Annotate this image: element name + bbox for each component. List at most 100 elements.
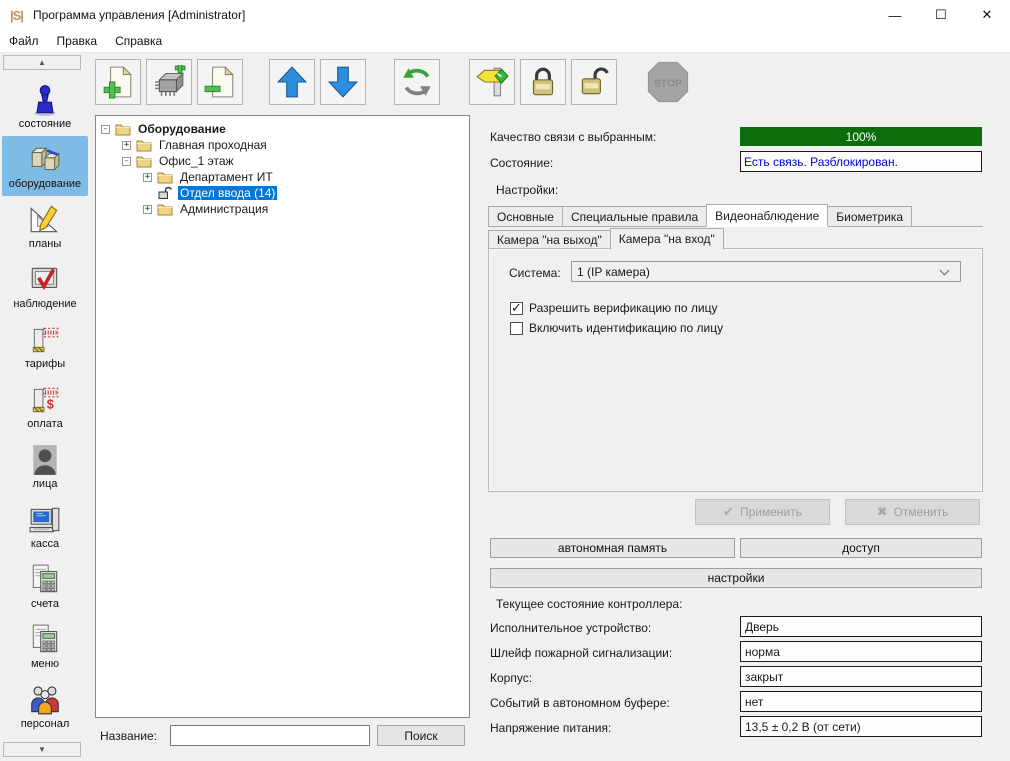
verification-checkbox-row[interactable]: Разрешить верификацию по лицу [510,301,717,315]
folder-icon [136,138,152,152]
chip-plus-icon [152,65,186,99]
tab-video-surveillance[interactable]: Видеонаблюдение [706,204,828,227]
lock-button[interactable] [520,59,566,105]
calculator-paper-icon [28,623,62,657]
subtab-camera-exit[interactable]: Камера "на выход" [488,230,611,249]
folder-icon [157,170,173,184]
folder-icon [157,202,173,216]
sidebar-item-label: наблюдение [13,298,76,310]
minimize-button[interactable]: — [872,0,918,30]
apply-button-label: Применить [740,505,802,519]
camera-subtabs: Камера "на выход" Камера "на вход" [488,227,983,249]
identification-checkbox-row[interactable]: Включить идентификацию по лицу [510,321,723,335]
collapse-icon[interactable]: - [101,125,110,134]
app-icon: |S| [10,8,23,23]
expand-icon[interactable]: + [143,173,152,182]
autonomous-memory-button[interactable]: автономная память [490,538,735,558]
quality-value: 100% [846,130,877,144]
buffer-events-label: Событий в автономном буфере: [490,696,670,710]
tree-item-label[interactable]: Офис_1 этаж [157,154,236,168]
close-button[interactable]: ✕ [964,0,1010,30]
tree-item-label[interactable]: Администрация [178,202,270,216]
buffer-events-value-box: нет [740,691,982,712]
tab-biometrics[interactable]: Биометрика [827,206,912,226]
face-silhouette-icon [28,443,62,477]
settings-tabs: Основные Специальные правила Видеонаблюд… [488,204,983,227]
tree-item-administration[interactable]: + Администрация [96,201,469,217]
expand-icon[interactable]: + [143,205,152,214]
buffer-events-value: нет [745,695,763,709]
tree-item-label[interactable]: Отдел ввода (14) [178,186,277,200]
refresh-button[interactable] [394,59,440,105]
refresh-icon [400,65,434,99]
collapse-icon[interactable]: - [122,157,131,166]
face-verification-label: Разрешить верификацию по лицу [529,301,717,315]
sidebar-item-menu[interactable]: меню [0,616,90,676]
sidebar-item-monitoring[interactable]: наблюдение [0,256,90,316]
tree-item-input-department[interactable]: Отдел ввода (14) [96,185,469,201]
folder-icon [136,154,152,168]
pass-mode-button[interactable] [469,59,515,105]
sidebar-item-tariffs[interactable]: тарифы [0,316,90,376]
tree-item-label[interactable]: Оборудование [136,122,228,136]
expand-icon[interactable]: + [122,141,131,150]
search-button[interactable]: Поиск [377,725,465,746]
system-dropdown[interactable]: 1 (IP камера) [571,261,961,282]
window-controls: — ☐ ✕ [872,0,1010,30]
menu-help[interactable]: Справка [106,30,171,52]
state-label: Состояние: [490,156,553,170]
sidebar-item-personnel[interactable]: персонал [0,676,90,736]
drafting-icon [28,203,62,237]
add-document-button[interactable] [95,59,141,105]
sidebar-item-plans[interactable]: планы [0,196,90,256]
tree-item-label[interactable]: Главная проходная [157,138,269,152]
computer-icon [28,503,62,537]
people-group-icon [28,683,62,717]
arrow-up-icon [275,65,309,99]
face-verification-checkbox[interactable] [510,302,523,315]
maximize-button[interactable]: ☐ [918,0,964,30]
scroll-up-icon: ▲ [38,58,46,67]
move-up-button[interactable] [269,59,315,105]
sidebar-item-label: состояние [19,118,72,130]
actuator-value-box: Дверь [740,616,982,637]
sidebar-scroll-up-button[interactable]: ▲ [3,55,81,70]
sidebar-scroll-down-button[interactable]: ▼ [3,742,81,757]
menu-bar: Файл Правка Справка [0,30,1010,53]
settings-button[interactable]: настройки [490,568,982,588]
access-button-label: доступ [842,541,880,555]
lock-open-icon [157,186,173,200]
device-tree: - Оборудование + Главная проходная - Офи… [95,115,470,718]
tab-special-rules[interactable]: Специальные правила [562,206,707,226]
sidebar-item-cashdesk[interactable]: касса [0,496,90,556]
face-identification-checkbox[interactable] [510,322,523,335]
tab-general[interactable]: Основные [488,206,563,226]
system-dropdown-value: 1 (IP камера) [572,265,941,279]
remove-document-button[interactable] [197,59,243,105]
tree-item-office-floor1[interactable]: - Офис_1 этаж [96,153,469,169]
search-button-label: Поиск [404,729,437,743]
sidebar-item-label: касса [31,538,59,550]
search-input[interactable] [170,725,370,746]
add-device-button[interactable] [146,59,192,105]
sidebar-item-label: меню [31,658,59,670]
sidebar-item-equipment[interactable]: оборудование [2,136,88,196]
search-label: Название: [100,729,157,743]
access-button[interactable]: доступ [740,538,982,558]
move-down-button[interactable] [320,59,366,105]
tree-item-label[interactable]: Департамент ИТ [178,170,275,184]
sidebar-item-bills[interactable]: счета [0,556,90,616]
pawn-icon [28,83,62,117]
chevron-down-icon [940,265,950,275]
subtab-camera-entry[interactable]: Камера "на вход" [610,228,724,250]
system-label: Система: [509,266,561,280]
tree-item-equipment[interactable]: - Оборудование [96,121,469,137]
tree-item-main-entrance[interactable]: + Главная проходная [96,137,469,153]
menu-file[interactable]: Файл [0,30,48,52]
tree-item-it-department[interactable]: + Департамент ИТ [96,169,469,185]
sidebar-item-faces[interactable]: лица [0,436,90,496]
unlock-button[interactable] [571,59,617,105]
menu-edit[interactable]: Правка [48,30,107,52]
sidebar-item-status[interactable]: состояние [0,76,90,136]
sidebar-item-payment[interactable]: $ оплата [0,376,90,436]
